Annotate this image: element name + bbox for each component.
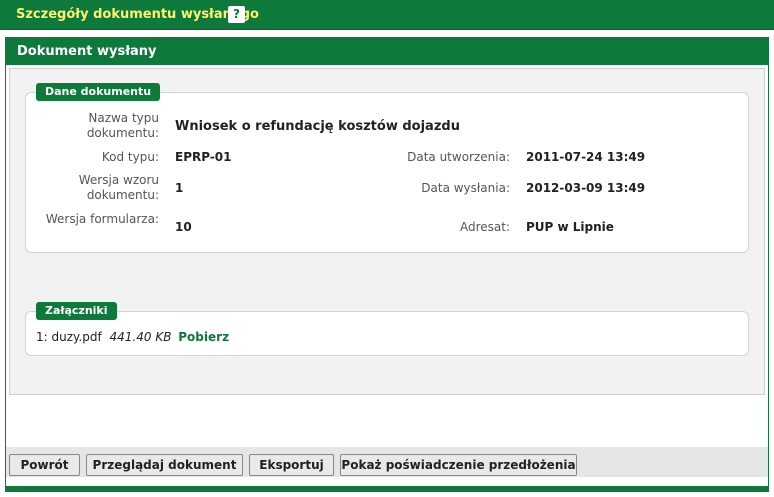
form-version-label: Wersja formularza: [45,212,159,226]
document-panel: Dokument wysłany Dane dokumentu Nazwa ty… [5,37,769,492]
type-code-label: Kod typu: [101,150,159,164]
window-title: Szczegóły dokumentu wysłanego [16,7,259,22]
template-version-label: Wersja wzoru dokumentu: [78,173,159,202]
sent-date-label: Data wysłania: [421,181,510,195]
panel-header: Dokument wysłany [6,38,768,65]
back-button[interactable]: Powrót [9,454,80,476]
recipient-label: Adresat: [459,220,510,234]
recipient-value: PUP w Lipnie [526,220,614,234]
attachments-legend: Załączniki [36,302,117,320]
document-type-name-value: Wniosek o refundację kosztów dojazdu [175,119,460,134]
created-date-value: 2011-07-24 13:49 [526,150,646,164]
document-type-name-label: Nazwa typu dokumentu: [86,111,159,140]
attachments-fieldset: Załączniki 1: duzy.pdf 441.40 KB Pobierz [25,302,749,356]
document-details-fieldset: Dane dokumentu Nazwa typu dokumentu: Wni… [25,83,749,253]
help-button[interactable]: ? [228,6,245,23]
sent-date-value: 2012-03-09 13:49 [526,181,646,195]
bottom-stripe [6,486,768,492]
attachment-index: 1: [36,330,48,344]
button-bar: Powrót Przeglądaj dokument Eksportuj Pok… [6,447,768,477]
document-details-legend: Dane dokumentu [36,83,161,101]
export-button[interactable]: Eksportuj [249,454,334,476]
template-version-value: 1 [175,181,184,195]
download-link[interactable]: Pobierz [178,330,229,344]
panel-content: Dane dokumentu Nazwa typu dokumentu: Wni… [9,68,765,395]
attachment-size: 441.40 KB [109,330,172,344]
form-version-value: 10 [175,220,192,234]
panel-title: Dokument wysłany [17,44,157,59]
window-title-bar: Szczegóły dokumentu wysłanego ? [0,0,774,30]
attachment-item: 1: duzy.pdf 441.40 KB Pobierz [36,330,229,344]
view-document-button[interactable]: Przeglądaj dokument [86,454,243,476]
attachment-filename: duzy.pdf [51,330,102,344]
type-code-value: EPRP-01 [175,150,232,164]
show-certificate-button[interactable]: Pokaż poświadczenie przedłożenia [340,454,577,476]
created-date-label: Data utworzenia: [407,150,510,164]
